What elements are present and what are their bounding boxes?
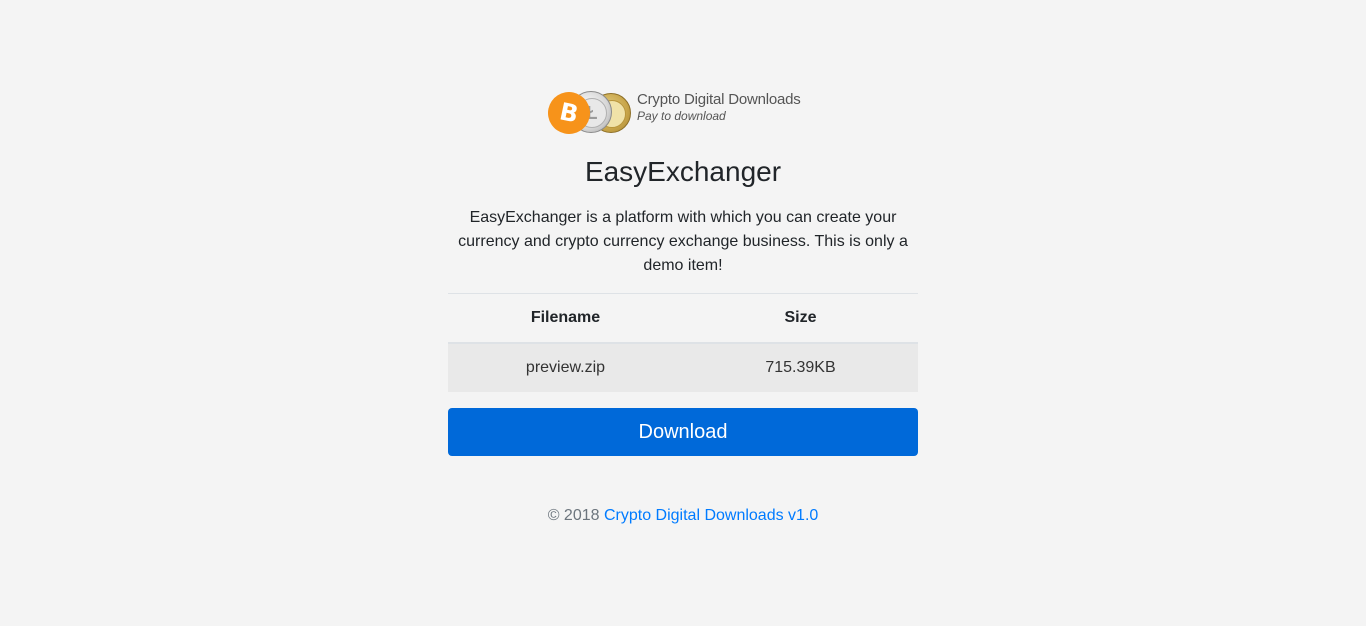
footer: © 2018 Crypto Digital Downloads v1.0 [0,507,1366,525]
download-button[interactable]: Download [448,408,918,456]
file-size-cell: 715.39KB [683,343,918,392]
column-header-size: Size [683,293,918,344]
table-row: preview.zip 715.39KB [448,343,918,392]
column-header-filename: Filename [448,293,683,344]
brand-logo[interactable]: Ł B Crypto Digital Downloads Pay to down… [544,88,818,138]
coin-stack: Ł B [544,88,632,138]
logo-title: Crypto Digital Downloads [637,91,801,108]
footer-link[interactable]: Crypto Digital Downloads v1.0 [604,507,818,524]
product-title: EasyExchanger [584,156,782,187]
logo-text: Crypto Digital Downloads Pay to download [637,92,801,122]
table-header-row: Filename Size [448,293,918,344]
file-name-cell: preview.zip [448,343,683,392]
logo-subtitle: Pay to download [637,109,726,123]
page: Ł B Crypto Digital Downloads Pay to down… [0,0,1366,626]
file-table: Filename Size preview.zip 715.39KB [448,293,918,392]
footer-copyright: © 2018 [547,507,600,524]
product-description: EasyExchanger is a platform with which y… [458,209,908,274]
